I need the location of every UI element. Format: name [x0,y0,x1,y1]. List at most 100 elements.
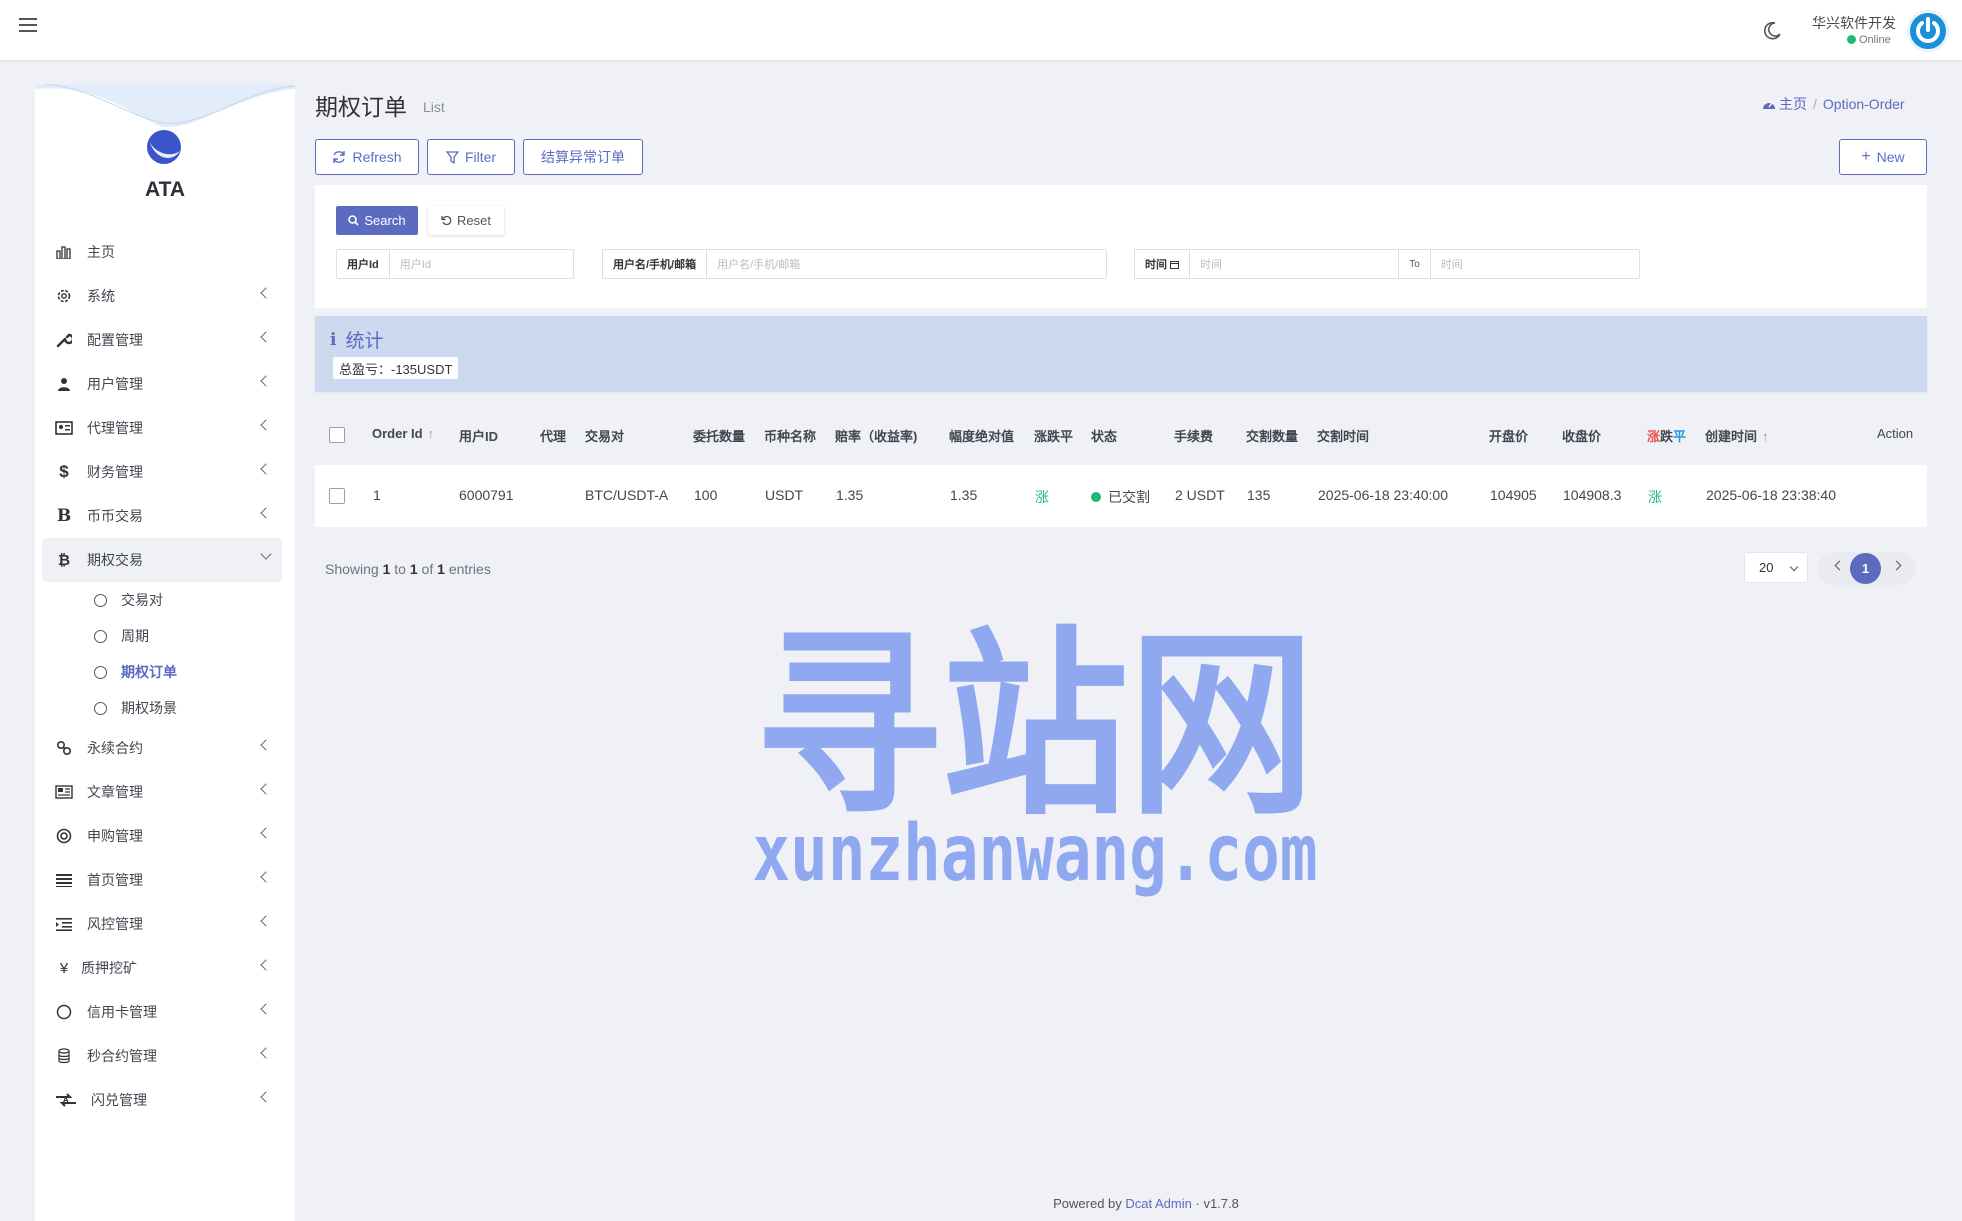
showing-from: 1 [382,561,391,577]
col-status: 状态 [1091,429,1118,444]
user-id-input[interactable]: 用户Id [390,250,573,278]
next-page-button[interactable] [1891,560,1902,571]
logo-text: ATA [144,178,186,201]
sidebar-subitem-pairs[interactable]: 交易对 [42,582,282,618]
sidebar-item-homepage[interactable]: 首页管理 [42,858,282,902]
chevron-left-icon [260,1047,272,1059]
row-checkbox[interactable] [329,488,345,504]
sidebar-item-label: 闪兑管理 [91,1092,147,1108]
sidebar-item-risk[interactable]: 风控管理 [42,902,282,946]
chevron-left-icon [260,1003,272,1015]
col-user-id: 用户ID [459,429,499,444]
per-page-value: 20 [1759,560,1774,575]
avatar[interactable] [1907,10,1949,52]
stats-title-text: 统计 [345,331,384,352]
sidebar-item-label: 申购管理 [87,828,143,844]
breadcrumb-home[interactable]: 主页 [1762,94,1807,114]
bitcoin-b-icon: B [56,506,72,526]
cell-created-at: 2025-06-18 23:38:40 [1706,487,1836,503]
col-result: 涨跌平 [1647,426,1686,445]
logo-icon [147,130,181,164]
footer: Powered by Dcat Admin · v1.7.8 [0,1196,1962,1211]
sidebar-subitem-label: 期权订单 [121,664,177,680]
power-icon [1916,17,1940,43]
link-icon [55,739,73,757]
sidebar-item-system[interactable]: 系统 [42,274,282,318]
col-close-price: 收盘价 [1562,429,1602,444]
sidebar-item-finance[interactable]: $ 财务管理 [42,450,282,494]
sidebar-item-subscription[interactable]: 申购管理 [42,814,282,858]
footer-powered-by: Powered by [1053,1196,1122,1211]
menu-toggle-icon[interactable] [19,18,37,34]
col-open-price: 开盘价 [1489,429,1529,444]
sidebar-item-home[interactable]: 主页 [42,230,282,274]
user-name-input[interactable]: 用户名/手机/邮箱 [707,250,1106,278]
chevron-left-icon [260,783,272,795]
sidebar-item-users[interactable]: 用户管理 [42,362,282,406]
chevron-down-icon [260,548,272,560]
search-button[interactable]: Search [336,206,418,235]
showing-to-word: to [394,561,406,577]
col-order-id[interactable]: Order Id ↑ [372,426,434,441]
sidebar-item-spot[interactable]: B 币币交易 [42,494,282,538]
current-page-button[interactable]: 1 [1850,553,1881,584]
chevron-left-icon [260,739,272,751]
list-icon [55,871,73,889]
sidebar-item-label: 永续合约 [87,740,143,756]
cell-open-price: 104905 [1490,487,1537,503]
sidebar: ATA 主页 系统 配置管理 用户管理 代理管理 $ 财务管理 B 币币交易 ₿… [35,84,295,1221]
settle-abnormal-orders-button[interactable]: 结算异常订单 [523,139,643,175]
col-pair: 交易对 [585,429,625,444]
pagination: 1 [1818,552,1916,585]
cell-delivery-time: 2025-06-18 23:40:00 [1318,487,1448,503]
prev-page-button[interactable] [1834,560,1845,571]
sidebar-item-options[interactable]: ₿ 期权交易 [42,538,282,582]
moon-icon[interactable] [1762,21,1782,41]
chevron-left-icon [260,827,272,839]
sidebar-subitem-option-orders[interactable]: 期权订单 [42,654,282,690]
sidebar-item-staking[interactable]: ¥ 质押挖矿 [42,946,282,990]
new-button[interactable]: + New [1839,139,1927,175]
footer-version: v1.7.8 [1203,1196,1239,1211]
footer-separator: · [1195,1196,1200,1211]
sidebar-item-credit-card[interactable]: 信用卡管理 [42,990,282,1034]
sidebar-item-label: 信用卡管理 [87,1004,157,1020]
time-start-input[interactable]: 时间 [1190,250,1400,278]
exchange-icon: A [55,1091,77,1109]
select-all-checkbox[interactable] [329,427,345,443]
search-button-label: Search [364,213,406,228]
col-created-at[interactable]: 创建时间 ↑ [1705,426,1769,445]
reset-button[interactable]: Reset [428,206,504,235]
sidebar-item-articles[interactable]: 文章管理 [42,770,282,814]
showing-prefix: Showing [325,561,379,577]
coin-stack-icon [55,1047,73,1065]
sidebar-subitem-option-scenes[interactable]: 期权场景 [42,690,282,726]
sidebar-subitem-period[interactable]: 周期 [42,618,282,654]
chevron-left-icon [260,915,272,927]
online-dot-icon [1847,35,1856,44]
filter-button[interactable]: Filter [427,139,515,175]
indent-icon [55,915,73,933]
sidebar-item-flash-exchange[interactable]: A 闪兑管理 [42,1078,282,1122]
col-agent: 代理 [540,429,567,444]
chevron-left-icon [260,959,272,971]
table-header: Order Id ↑ 用户ID 代理 交易对 委托数量 币种名称 赔率（收益率) … [315,412,1927,457]
refresh-icon [333,151,346,163]
sidebar-item-label: 财务管理 [87,464,143,480]
per-page-select[interactable]: 20 [1744,552,1808,583]
new-button-label: New [1876,149,1905,165]
user-id-filter: 用户Id 用户Id [336,249,574,279]
time-filter: 时间 时间 To 时间 [1134,249,1640,279]
sidebar-item-perpetual[interactable]: 永续合约 [42,726,282,770]
sidebar-item-second-contract[interactable]: 秒合约管理 [42,1034,282,1078]
sidebar-item-config[interactable]: 配置管理 [42,318,282,362]
reset-button-label: Reset [457,213,491,228]
user-name[interactable]: 华兴软件开发 [1812,13,1896,33]
bitcoin-icon: ₿ [57,551,71,569]
watermark: 寻站网 xunzhanwang.com [753,610,1318,899]
time-end-input[interactable]: 时间 [1431,250,1639,278]
user-status: Online [1847,34,1891,46]
refresh-button[interactable]: Refresh [315,139,419,175]
sidebar-item-agent[interactable]: 代理管理 [42,406,282,450]
footer-dcat-link[interactable]: Dcat Admin [1125,1196,1191,1211]
